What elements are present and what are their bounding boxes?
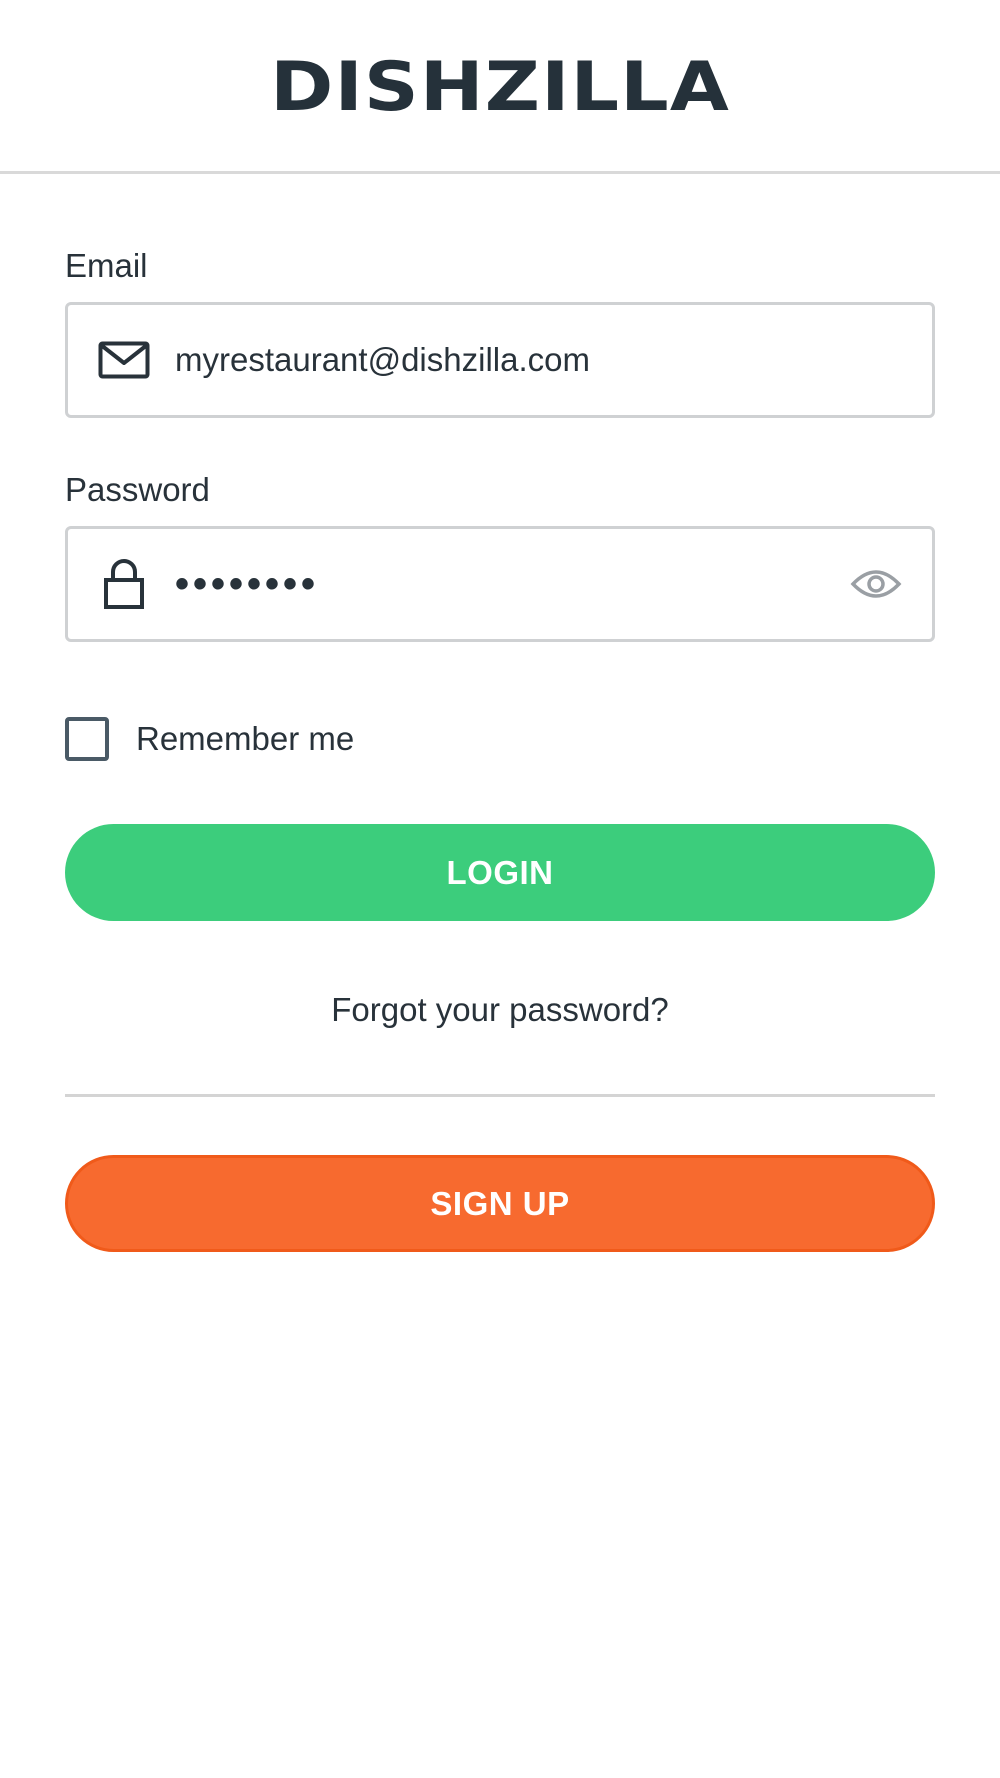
email-field[interactable]: myrestaurant@dishzilla.com	[65, 302, 935, 418]
email-label: Email	[65, 247, 148, 284]
forgot-password-link[interactable]: Forgot your password?	[0, 990, 1000, 1030]
app-header: DISHZILLA	[0, 0, 1000, 174]
envelope-icon	[98, 334, 150, 386]
remember-me-checkbox[interactable]	[65, 717, 109, 761]
lock-icon	[98, 558, 150, 610]
dishzilla-logo: DISHZILLA	[270, 48, 730, 127]
remember-me-row[interactable]: Remember me	[65, 714, 354, 764]
email-value[interactable]: myrestaurant@dishzilla.com	[175, 305, 590, 415]
signup-button[interactable]: SIGN UP	[65, 1155, 935, 1252]
password-field[interactable]: ••••••••	[65, 526, 935, 642]
login-button[interactable]: LOGIN	[65, 824, 935, 921]
divider	[65, 1094, 935, 1097]
remember-me-label[interactable]: Remember me	[136, 720, 354, 758]
password-label: Password	[65, 471, 210, 508]
eye-icon[interactable]	[850, 564, 902, 604]
password-value[interactable]: ••••••••	[175, 529, 319, 639]
